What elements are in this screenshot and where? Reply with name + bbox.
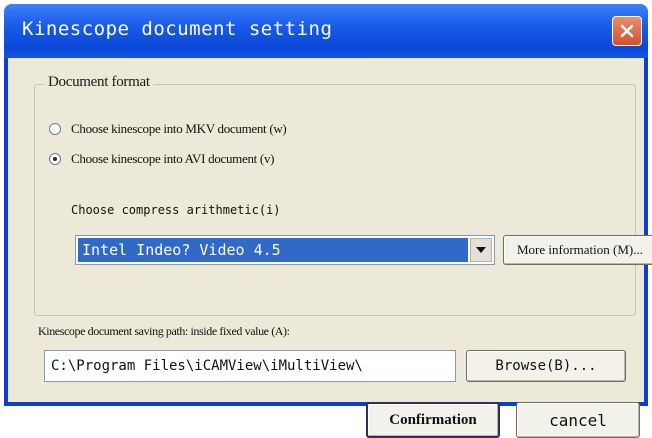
cancel-button[interactable]: cancel (516, 402, 640, 438)
dialog-window: Kinescope document setting Document form… (4, 4, 652, 438)
chevron-down-icon (476, 247, 486, 253)
close-icon (620, 24, 634, 38)
radio-avi[interactable]: Choose kinescope into AVI document (v) (49, 151, 275, 167)
group-legend: Document format (45, 74, 153, 91)
radio-button[interactable] (49, 123, 61, 135)
title-bar[interactable]: Kinescope document setting (4, 4, 648, 58)
confirmation-button[interactable]: Confirmation (366, 402, 500, 438)
save-path-input[interactable]: C:\Program Files\iCAMView\iMultiView\ (44, 350, 456, 382)
radio-label: Choose kinescope into MKV document (w) (71, 121, 287, 136)
radio-mkv[interactable]: Choose kinescope into MKV document (w) (49, 121, 287, 137)
compress-select-value: Intel Indeo? Video 4.5 (78, 238, 468, 262)
radio-label: Choose kinescope into AVI document (v) (71, 151, 275, 166)
save-path-label: Kinescope document saving path: inside f… (38, 324, 290, 338)
dropdown-button[interactable] (470, 238, 492, 262)
browse-button[interactable]: Browse(B)... (466, 350, 626, 382)
document-format-group: Document format Choose kinescope into MK… (34, 74, 652, 316)
compress-select[interactable]: Intel Indeo? Video 4.5 (75, 235, 495, 265)
compress-label: Choose compress arithmetic(i) (71, 203, 281, 217)
dialog-title: Kinescope document setting (22, 18, 333, 40)
dialog-body: Document format Choose kinescope into MK… (8, 58, 652, 438)
close-button[interactable] (612, 16, 642, 46)
radio-button[interactable] (49, 153, 61, 165)
more-information-button[interactable]: More information (M)... (503, 235, 652, 265)
